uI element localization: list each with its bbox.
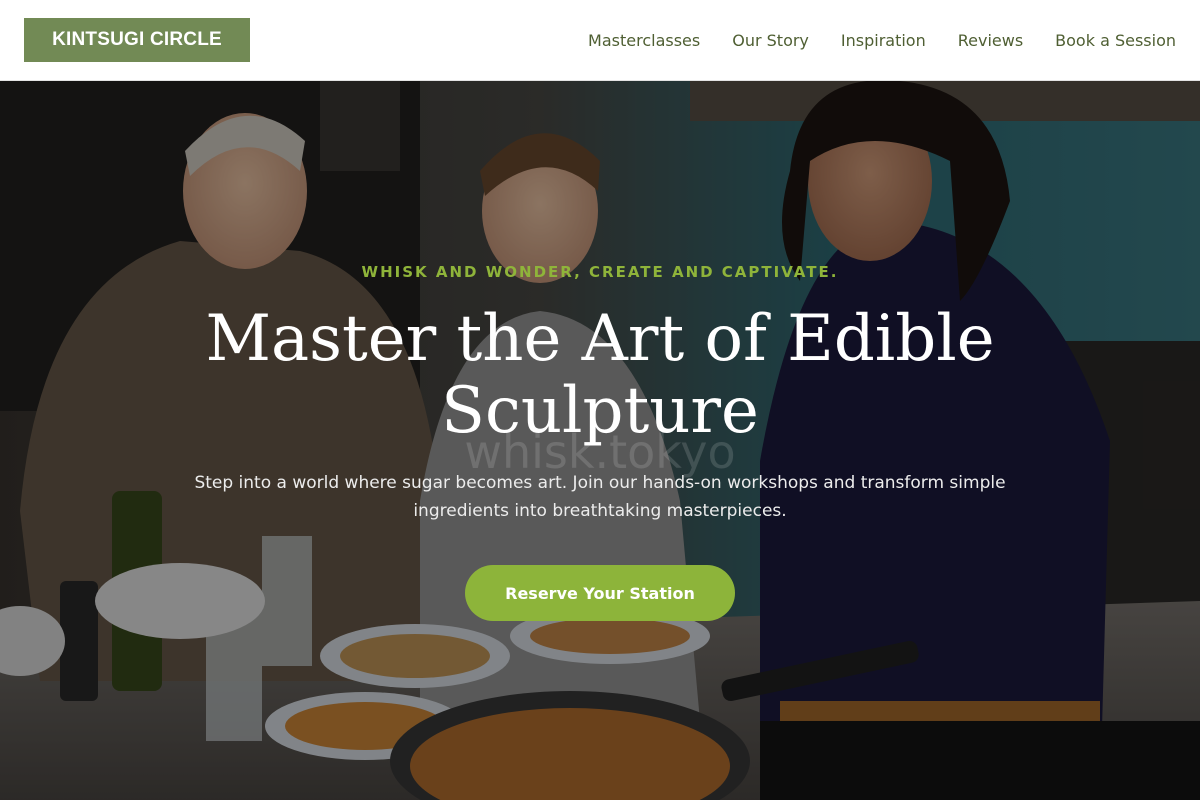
hero-content: WHISK AND WONDER, CREATE AND CAPTIVATE. … [150,81,1050,800]
hero-section: WHISK AND WONDER, CREATE AND CAPTIVATE. … [0,81,1200,800]
nav-link-inspiration[interactable]: Inspiration [841,31,926,50]
nav-link-masterclasses[interactable]: Masterclasses [588,31,700,50]
hero-subtitle: Step into a world where sugar becomes ar… [194,473,1006,521]
nav-link-reviews[interactable]: Reviews [958,31,1023,50]
hero-tagline: WHISK AND WONDER, CREATE AND CAPTIVATE. [361,263,839,281]
nav-link-book-a-session[interactable]: Book a Session [1055,31,1176,50]
reserve-station-button[interactable]: Reserve Your Station [465,565,735,621]
site-logo[interactable]: KINTSUGI CIRCLE [24,18,250,62]
site-header: KINTSUGI CIRCLE Masterclasses Our Story … [0,0,1200,81]
nav-link-our-story[interactable]: Our Story [732,31,809,50]
main-nav: Masterclasses Our Story Inspiration Revi… [556,0,1176,80]
